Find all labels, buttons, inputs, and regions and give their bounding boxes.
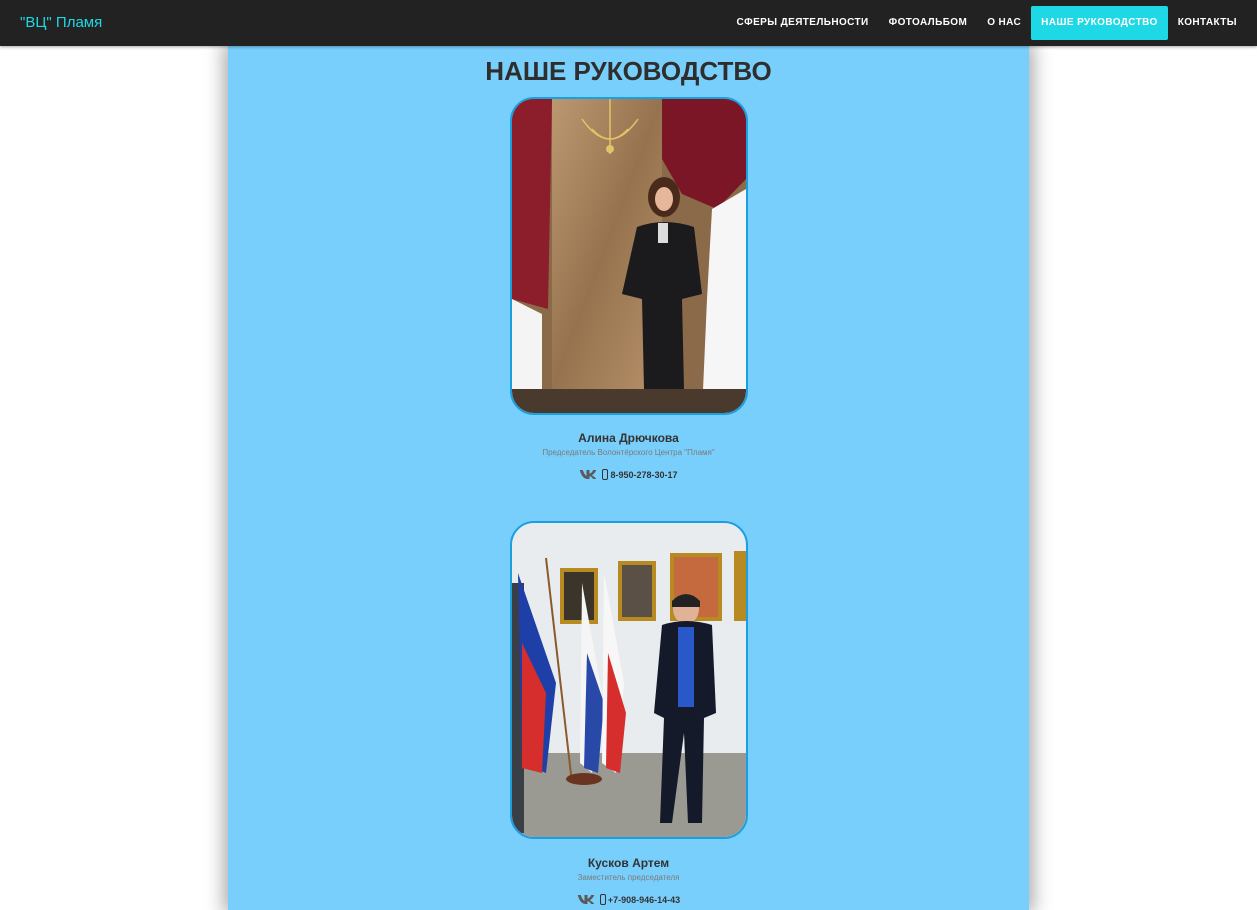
navbar: "ВЦ" Пламя СФЕРЫ ДЕЯТЕЛЬНОСТИ ФОТОАЛЬБОМ… (0, 0, 1257, 46)
nav-menu: СФЕРЫ ДЕЯТЕЛЬНОСТИ ФОТОАЛЬБОМ О НАС НАШЕ… (727, 0, 1247, 46)
member-photo (510, 521, 748, 839)
member-name: Алина Дрючкова (578, 431, 679, 445)
member-name: Кусков Артем (587, 856, 670, 870)
member-contacts: 8-950-278-30-17 (228, 469, 1029, 480)
photo-illustration (512, 99, 746, 413)
member-photo (510, 97, 748, 415)
vk-icon[interactable] (577, 894, 595, 905)
phone-icon (602, 469, 609, 480)
brand-link[interactable]: "ВЦ" Пламя (20, 0, 102, 46)
nav-item-spheres[interactable]: СФЕРЫ ДЕЯТЕЛЬНОСТИ (727, 6, 879, 40)
nav-item-photoalbum[interactable]: ФОТОАЛЬБОМ (879, 6, 978, 40)
nav-item-about[interactable]: О НАС (977, 6, 1031, 40)
vk-icon[interactable] (579, 469, 597, 480)
phone-icon (599, 894, 606, 905)
member-role: Заместитель председателя (577, 873, 680, 882)
member-contacts: +7-908-946-14-43 (228, 894, 1029, 905)
member-phone[interactable]: +7-908-946-14-43 (608, 895, 680, 905)
nav-item-contacts[interactable]: КОНТАКТЫ (1168, 6, 1247, 40)
member-phone[interactable]: 8-950-278-30-17 (610, 470, 677, 480)
member-role: Председатель Волонтёрского Центра "Пламя… (542, 448, 715, 457)
content-panel: НАШЕ РУКОВОДСТВО Алина Дрючкова Председа… (228, 46, 1029, 910)
photo-illustration (512, 523, 746, 837)
nav-item-leadership[interactable]: НАШЕ РУКОВОДСТВО (1031, 6, 1168, 40)
page-title: НАШЕ РУКОВОДСТВО (485, 56, 772, 86)
